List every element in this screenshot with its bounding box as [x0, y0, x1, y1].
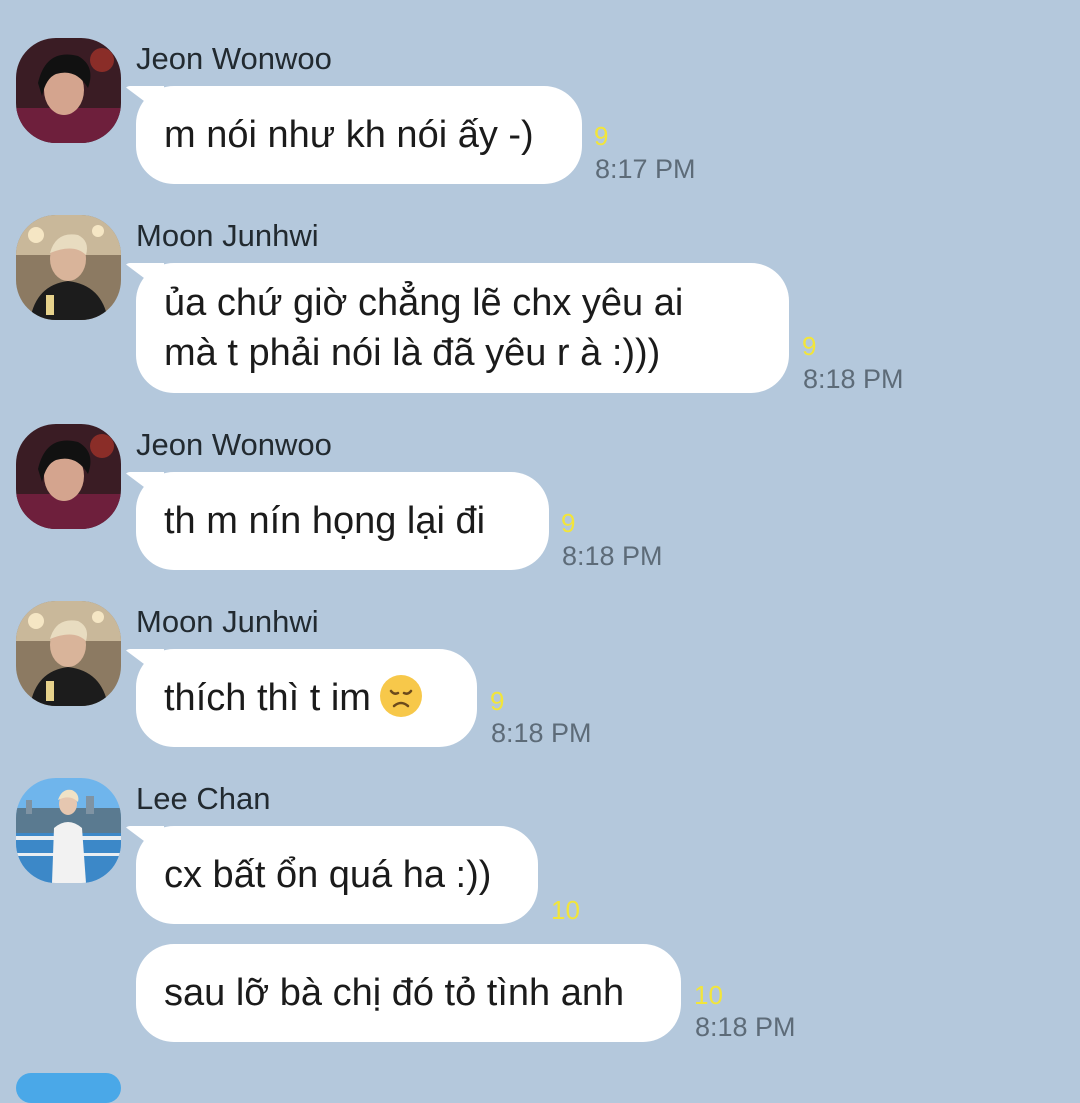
message-text: thích thì t im	[164, 673, 423, 723]
message-text: th m nín họng lại đi	[164, 500, 486, 542]
avatar-moon-junhwi[interactable]	[16, 601, 121, 706]
avatar-jeon-wonwoo[interactable]	[16, 38, 121, 143]
avatar-jeon-wonwoo[interactable]	[16, 424, 121, 529]
avatar-lee-chan[interactable]	[16, 778, 121, 883]
avatar-moon-junhwi[interactable]	[16, 215, 121, 320]
disappointed-face-icon	[379, 675, 422, 717]
message-time: 8:18 PM	[803, 364, 904, 394]
message-time: 8:17 PM	[595, 154, 696, 184]
unread-count: 10	[694, 980, 723, 1010]
sender-name: Moon Junhwi	[136, 218, 319, 253]
sender-name: Jeon Wonwoo	[136, 427, 332, 462]
message-text: m nói như kh nói ấy -)	[164, 114, 534, 156]
message-text: cx bất ổn quá ha :))	[164, 854, 492, 896]
unread-count: 9	[561, 508, 576, 538]
sender-name: Jeon Wonwoo	[136, 41, 332, 76]
message-text: ủa chứ giờ chẳng lẽ chx yêu ai mà t phải…	[164, 282, 684, 374]
message-text: sau lỡ bà chị đó tỏ tình anh	[164, 972, 625, 1014]
sender-name: Lee Chan	[136, 781, 271, 816]
message-time: 8:18 PM	[695, 1012, 796, 1042]
sender-name: Moon Junhwi	[136, 604, 319, 639]
message-bubble[interactable]: thích thì t im	[136, 649, 477, 747]
unread-count: 10	[551, 895, 580, 925]
message-bubble[interactable]: m nói như kh nói ấy -)	[136, 86, 582, 184]
message-time: 8:18 PM	[491, 718, 592, 748]
unread-count: 9	[594, 121, 609, 151]
message-time: 8:18 PM	[562, 541, 663, 571]
message-bubble[interactable]: cx bất ổn quá ha :))	[136, 826, 538, 924]
unread-count: 9	[802, 331, 817, 361]
unread-count: 9	[490, 686, 505, 716]
message-bubble[interactable]: sau lỡ bà chị đó tỏ tình anh	[136, 944, 681, 1042]
message-bubble[interactable]: ủa chứ giờ chẳng lẽ chx yêu ai mà t phải…	[136, 263, 789, 393]
avatar-partial[interactable]	[16, 1073, 121, 1103]
message-bubble[interactable]: th m nín họng lại đi	[136, 472, 549, 570]
